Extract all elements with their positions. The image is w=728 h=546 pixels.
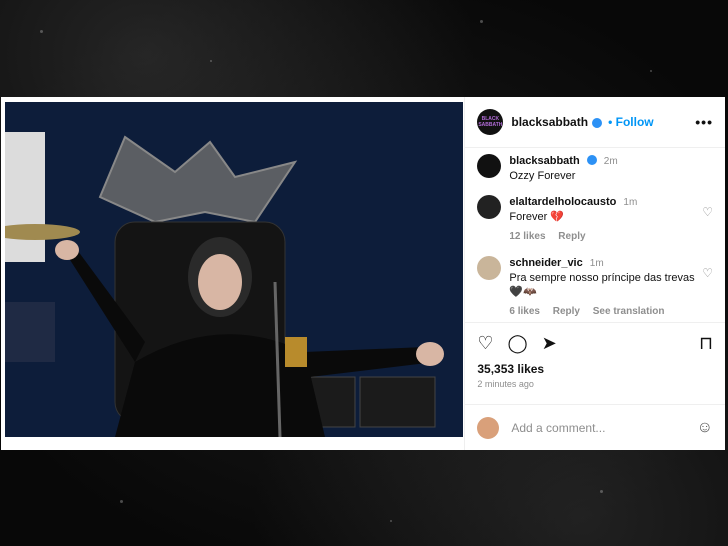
comment-avatar[interactable] [477,195,502,219]
speck [40,30,43,33]
list-item: blacksabbath 2m Ozzy Forever [477,154,713,183]
list-item: elaltardelholocausto 1m Forever 💔 12 lik… [477,195,713,244]
post-photo[interactable] [1,97,465,450]
comment-heart-icon[interactable]: ♡ [702,266,713,280]
speck [650,70,652,72]
concert-scene-illustration [5,102,463,437]
speck [390,520,392,522]
comment-heart-icon[interactable]: ♡ [702,205,713,219]
comments-list: blacksabbath 2m Ozzy Forever elaltardelh… [465,148,725,330]
verified-badge-icon [592,118,603,128]
comment-time: 1m [623,197,638,208]
bookmark-icon[interactable]: ⊓ [699,333,713,354]
comment-text: Forever 💔 [509,211,565,223]
comment-icon[interactable]: ◯ [508,333,528,354]
comment-likes[interactable]: 12 likes [509,231,545,242]
post-side-panel: BLACK SABBATH blacksabbath • Follow ••• … [464,97,725,450]
instagram-post-card: BLACK SABBATH blacksabbath • Follow ••• … [1,97,725,450]
like-count[interactable]: 35,353 likes [477,362,713,376]
see-translation-link[interactable]: See translation [593,306,665,317]
comment-avatar[interactable] [477,256,502,280]
account-avatar[interactable]: BLACK SABBATH [477,109,504,135]
share-icon[interactable]: ➤ [542,333,557,354]
speck [210,60,212,62]
comment-meta: 12 likes Reply [509,230,699,244]
current-user-avatar [477,417,500,439]
add-comment-bar: Add a comment... ☺ [465,404,725,451]
more-options-icon[interactable]: ••• [695,114,713,130]
comment-time: 1m [589,258,604,269]
post-header: BLACK SABBATH blacksabbath • Follow ••• [465,97,725,148]
speck [600,490,603,493]
speck [480,20,483,23]
comment-text: Pra sempre nosso príncipe das trevas 🖤🦇 [509,272,695,298]
comment-username[interactable]: schneider_vic [509,257,582,269]
comment-username[interactable]: blacksabbath [509,155,579,167]
comment-likes[interactable]: 6 likes [509,306,540,317]
speck [120,500,123,503]
emoji-icon[interactable]: ☺ [697,419,713,437]
reply-button[interactable]: Reply [558,231,585,242]
reply-button[interactable]: Reply [553,306,580,317]
follow-label: Follow [615,115,654,129]
avatar-logo-text: BLACK SABBATH [478,116,503,128]
comment-avatar[interactable] [477,154,502,178]
comment-meta: 6 likes Reply See translation [509,305,699,319]
verified-badge-icon [586,155,597,165]
comment-input[interactable]: Add a comment... [511,421,605,435]
account-name[interactable]: blacksabbath [511,115,588,129]
heart-icon[interactable]: ♡ [477,333,493,354]
follow-button[interactable]: • Follow [608,115,654,129]
post-time: 2 minutes ago [477,379,534,389]
list-item: schneider_vic 1m Pra sempre nosso prínci… [477,256,713,319]
comment-text: Ozzy Forever [509,170,576,182]
comment-time: 2m [603,156,618,167]
action-icons: ♡ ◯ ➤ ⊓ [477,333,713,354]
post-photo-image [5,102,463,437]
comment-username[interactable]: elaltardelholocausto [509,196,616,208]
